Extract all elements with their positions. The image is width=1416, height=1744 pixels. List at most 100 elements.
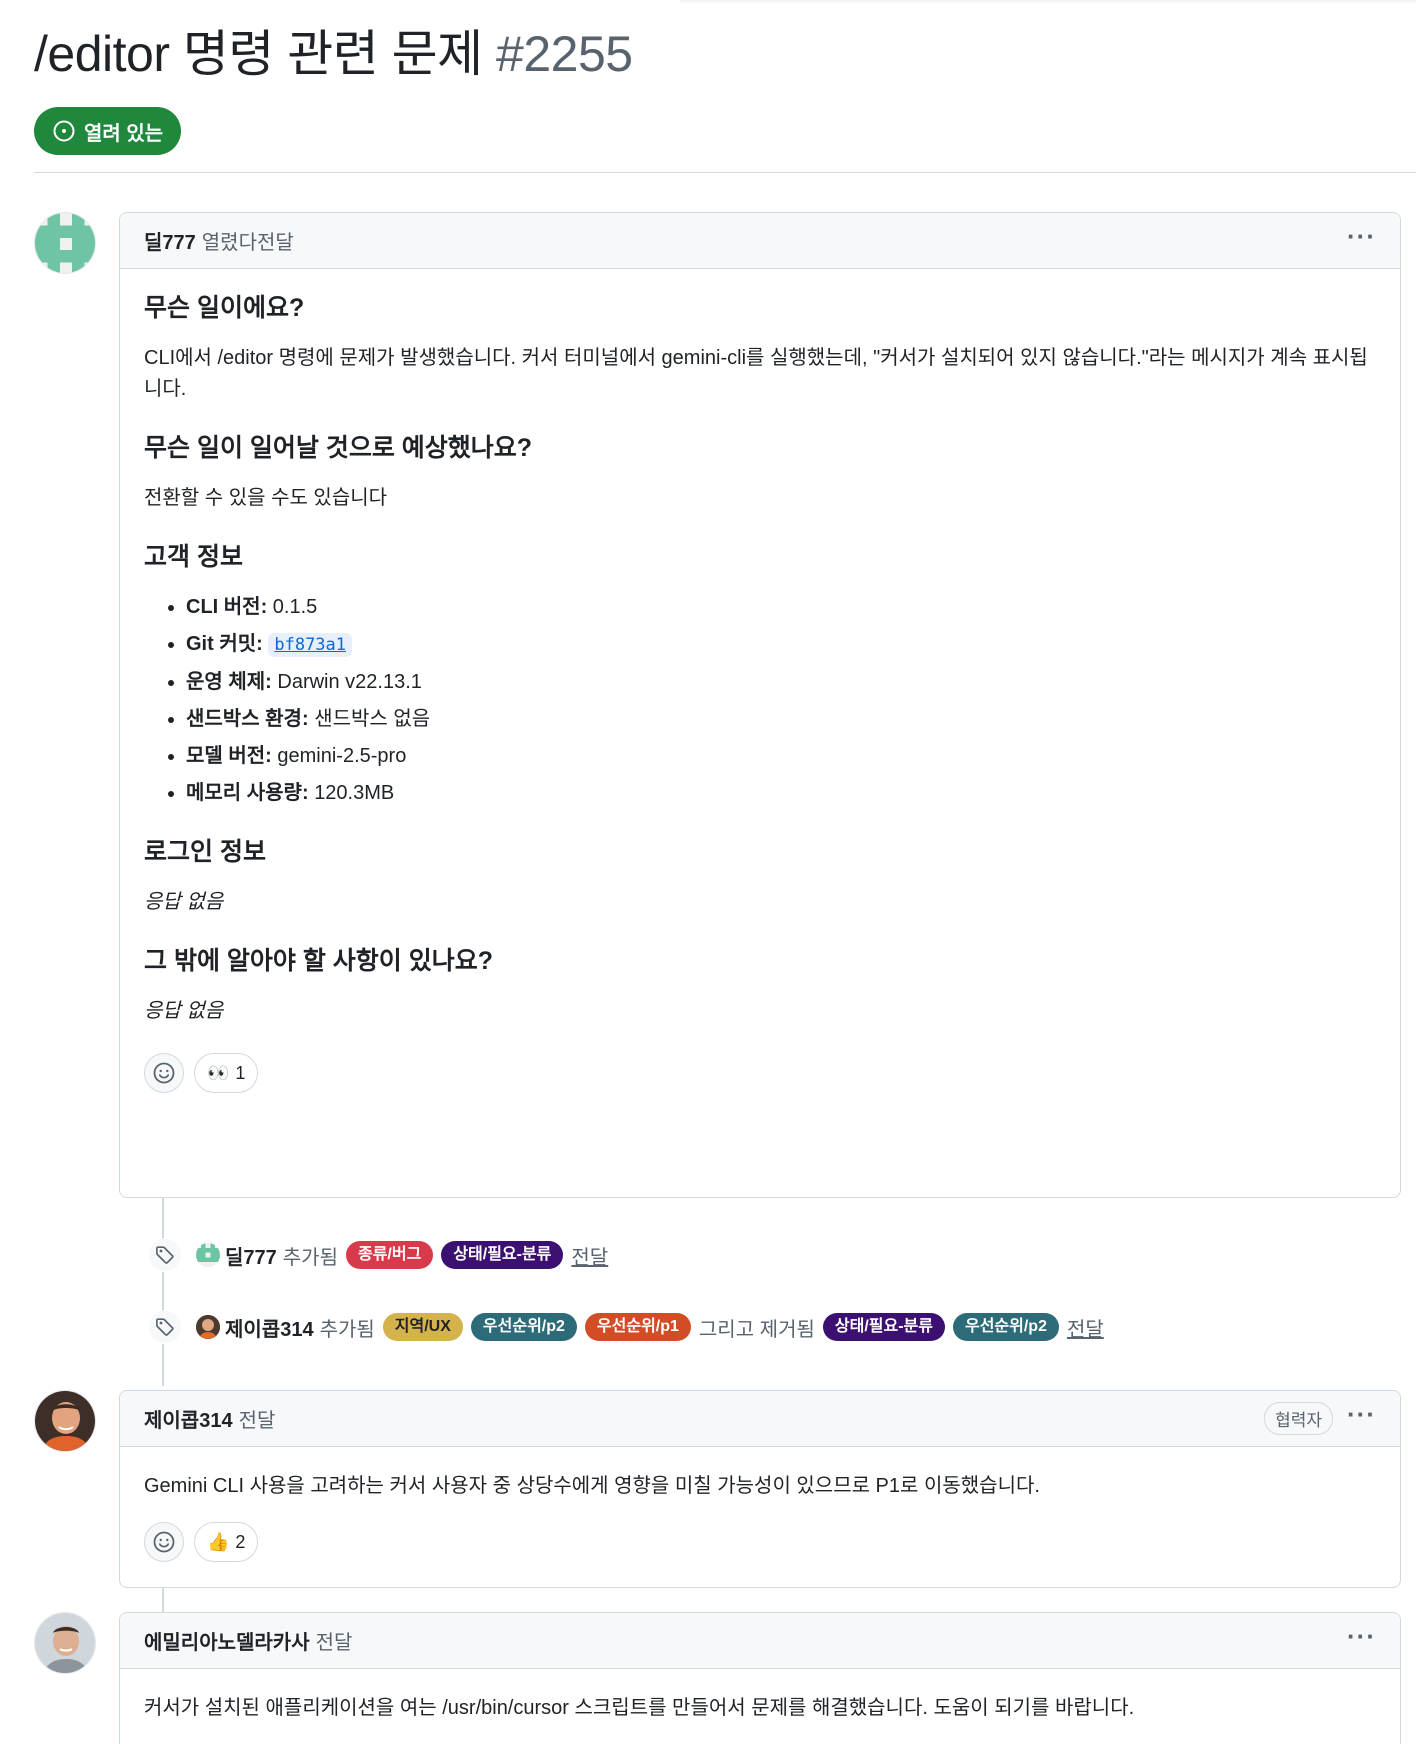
comment-header: 제이콥314 전달 협력자 ··· [120, 1391, 1400, 1447]
info-key: 운영 체제: [186, 671, 272, 693]
smiley-icon [153, 1062, 175, 1084]
info-value: gemini-2.5-pro [277, 745, 407, 767]
comment-author[interactable]: 제이콥314 [144, 1404, 233, 1433]
tag-glyph [156, 1246, 174, 1264]
issue-opened-icon [53, 120, 75, 142]
event-verb: 추가됨 [282, 1246, 338, 1269]
issue-state-badge: 열려 있는 [34, 107, 182, 155]
event-verb: 추가됨 [319, 1318, 375, 1341]
reactions-bar: 👀 1 [144, 1053, 1376, 1093]
reactions-bar: 👍 2 [144, 1522, 1376, 1562]
tag-icon [148, 1238, 182, 1272]
comment-body: Gemini CLI 사용을 고려하는 커서 사용자 중 상당수에게 영향을 미… [120, 1447, 1400, 1582]
info-value: 0.1.5 [272, 596, 318, 618]
person-avatar [196, 1315, 220, 1339]
comment-action[interactable]: 전달 [239, 1404, 276, 1433]
avatar[interactable] [34, 1612, 96, 1674]
section-heading: 고객 정보 [144, 543, 243, 571]
reaction-count: 1 [235, 1062, 246, 1083]
info-key: Git 커밋: [186, 633, 263, 655]
avatar[interactable] [34, 212, 96, 274]
timeline-line [162, 1588, 164, 1612]
info-key: 샌드박스 환경: [186, 708, 309, 730]
comment-action[interactable]: 전달 [316, 1626, 353, 1655]
smiley-icon [153, 1531, 175, 1553]
identicon-avatar [35, 213, 95, 273]
issue-title: /editor 명령 관련 문제 #2255 [34, 22, 633, 86]
event-removed-verb: 그리고 제거됨 [698, 1318, 815, 1341]
comment-body: 커서가 설치된 애플리케이션을 여는 /usr/bin/cursor 스크립트를… [120, 1669, 1400, 1744]
event-author[interactable]: 딜777 [225, 1241, 277, 1270]
eyes-icon: 👀 [207, 1062, 230, 1083]
list-item: 운영 체제: Darwin v22.13.1 [186, 667, 1376, 698]
comment-card: 에밀리아노델라카사 전달 ··· 커서가 설치된 애플리케이션을 여는 /usr… [119, 1612, 1401, 1744]
info-key: 모델 버전: [186, 745, 272, 767]
tag-glyph [156, 1318, 174, 1336]
comment-card: 딜777 열렸다전달 ··· 무슨 일이에요? CLI에서 /editor 명령… [119, 212, 1401, 1198]
timeline-event-labeled: 제이콥314 추가됨 지역/UX 우선순위/p2 우선순위/p1 그리고 제거됨… [148, 1310, 1104, 1344]
reaction-count: 2 [235, 1531, 246, 1552]
info-key: CLI 버전: [186, 596, 268, 618]
person-avatar [35, 1391, 95, 1451]
paragraph: 응답 없음 [144, 891, 224, 913]
add-reaction-button[interactable] [144, 1053, 184, 1093]
timeline-line [162, 1196, 164, 1386]
list-item: CLI 버전: 0.1.5 [186, 592, 1376, 623]
section-heading: 로그인 정보 [144, 838, 266, 866]
top-shadow [680, 0, 1416, 4]
kebab-menu-icon[interactable]: ··· [1347, 223, 1376, 259]
list-item: 샌드박스 환경: 샌드박스 없음 [186, 704, 1376, 735]
paragraph: Gemini CLI 사용을 고려하는 커서 사용자 중 상당수에게 영향을 미… [144, 1475, 1040, 1497]
reaction-thumbs-up[interactable]: 👍 2 [194, 1522, 259, 1562]
commit-link[interactable]: bf873a1 [268, 633, 353, 657]
label-priority-p2[interactable]: 우선순위/p2 [952, 1313, 1059, 1341]
issue-state-label: 열려 있는 [84, 122, 164, 145]
issue-number: #2255 [496, 26, 633, 82]
person-avatar [35, 1613, 95, 1673]
comment-author[interactable]: 딜777 [144, 226, 196, 255]
issue-title-text: /editor 명령 관련 문제 [34, 26, 483, 82]
section-heading: 그 밖에 알아야 할 사항이 있나요? [144, 947, 494, 975]
avatar[interactable] [34, 1390, 96, 1452]
role-badge: 협력자 [1264, 1402, 1334, 1435]
comment-body: 무슨 일이에요? CLI에서 /editor 명령에 문제가 발생했습니다. 커… [120, 269, 1400, 1113]
thumbs-up-icon: 👍 [207, 1531, 230, 1552]
label-priority-p1[interactable]: 우선순위/p1 [584, 1313, 691, 1341]
tag-icon [148, 1310, 182, 1344]
info-value: Darwin v22.13.1 [277, 671, 422, 693]
header-divider [34, 172, 1416, 173]
event-link[interactable]: 전달 [571, 1241, 608, 1270]
comment-action[interactable]: 열렸다전달 [202, 226, 294, 255]
section-heading: 무슨 일이에요? [144, 294, 305, 322]
add-reaction-button[interactable] [144, 1522, 184, 1562]
list-item: 모델 버전: gemini-2.5-pro [186, 741, 1376, 772]
comment-author[interactable]: 에밀리아노델라카사 [144, 1626, 310, 1655]
label-status-triage[interactable]: 상태/필요-분류 [441, 1241, 564, 1269]
event-author[interactable]: 제이콥314 [225, 1313, 314, 1342]
kebab-menu-icon[interactable]: ··· [1347, 1623, 1376, 1659]
avatar[interactable] [196, 1243, 220, 1267]
client-info-list: CLI 버전: 0.1.5 Git 커밋: bf873a1 운영 체제: Dar… [186, 592, 1376, 809]
list-item: 메모리 사용량: 120.3MB [186, 778, 1376, 809]
label-area-ux[interactable]: 지역/UX [382, 1313, 463, 1341]
paragraph: 전환할 수 있을 수도 있습니다 [144, 487, 388, 509]
info-value: 120.3MB [314, 782, 395, 804]
kebab-menu-icon[interactable]: ··· [1347, 1401, 1376, 1437]
list-item: Git 커밋: bf873a1 [186, 629, 1376, 661]
timeline-event-labeled: 딜777 추가됨 종류/버그 상태/필요-분류 전달 [148, 1238, 608, 1272]
event-link[interactable]: 전달 [1067, 1313, 1104, 1342]
paragraph: 커서가 설치된 애플리케이션을 여는 /usr/bin/cursor 스크립트를… [144, 1697, 1135, 1719]
comment-header: 에밀리아노델라카사 전달 ··· [120, 1613, 1400, 1669]
comment-header: 딜777 열렸다전달 ··· [120, 213, 1400, 269]
comment-card: 제이콥314 전달 협력자 ··· Gemini CLI 사용을 고려하는 커서… [119, 1390, 1401, 1588]
section-heading: 무슨 일이 일어날 것으로 예상했나요? [144, 434, 533, 462]
paragraph: 응답 없음 [144, 1000, 224, 1022]
label-status-triage[interactable]: 상태/필요-분류 [822, 1313, 945, 1341]
label-type-bug[interactable]: 종류/버그 [345, 1241, 434, 1269]
label-priority-p2[interactable]: 우선순위/p2 [470, 1313, 577, 1341]
reaction-eyes[interactable]: 👀 1 [194, 1053, 259, 1093]
identicon-avatar [196, 1243, 220, 1267]
paragraph: CLI에서 /editor 명령에 문제가 발생했습니다. 커서 터미널에서 g… [144, 347, 1368, 400]
avatar[interactable] [196, 1315, 220, 1339]
info-value: 샌드박스 없음 [314, 708, 431, 730]
